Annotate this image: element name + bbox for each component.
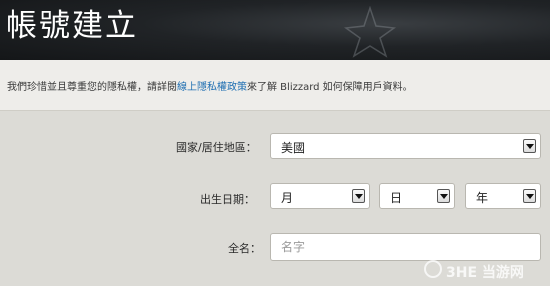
chevron-down-icon[interactable]	[523, 189, 536, 203]
fullname-label: 全名：	[228, 242, 261, 255]
page-header: 帳號建立	[0, 0, 550, 60]
birth-year-select[interactable]: 年	[465, 183, 541, 209]
chevron-down-icon[interactable]	[352, 189, 365, 203]
country-select-value: 美國	[281, 141, 306, 155]
first-name-input[interactable]	[270, 233, 541, 261]
watermark-text: 3HE 当游网	[446, 265, 524, 281]
privacy-policy-link[interactable]: 線上隱私權政策	[177, 82, 247, 93]
watermark: 3HE 当游网	[422, 258, 550, 286]
privacy-notice-text: 我們珍惜並且尊重您的隱私權，請詳閱線上隱私權政策來了解 Blizzard 如何保…	[7, 78, 413, 93]
page-title: 帳號建立	[6, 8, 138, 44]
birth-day-select[interactable]: 日	[379, 183, 455, 209]
birth-year-value: 年	[476, 191, 489, 205]
privacy-notice: 我們珍惜並且尊重您的隱私權，請詳閱線上隱私權政策來了解 Blizzard 如何保…	[0, 60, 550, 111]
privacy-text-after: 來了解 Blizzard 如何保障用戶資料。	[247, 82, 413, 93]
chevron-down-icon[interactable]	[523, 139, 536, 153]
country-select[interactable]: 美國	[270, 133, 541, 159]
birth-day-value: 日	[390, 191, 403, 205]
birth-month-value: 月	[281, 191, 294, 205]
privacy-text-before: 我們珍惜並且尊重您的隱私權，請詳閱	[7, 82, 177, 93]
birth-month-select[interactable]: 月	[270, 183, 370, 209]
watermark-logo-icon	[424, 260, 442, 278]
country-label: 國家/居住地區：	[176, 141, 257, 154]
birthdate-label: 出生日期：	[200, 193, 255, 206]
header-decoration-icon	[343, 6, 397, 58]
chevron-down-icon[interactable]	[437, 189, 450, 203]
